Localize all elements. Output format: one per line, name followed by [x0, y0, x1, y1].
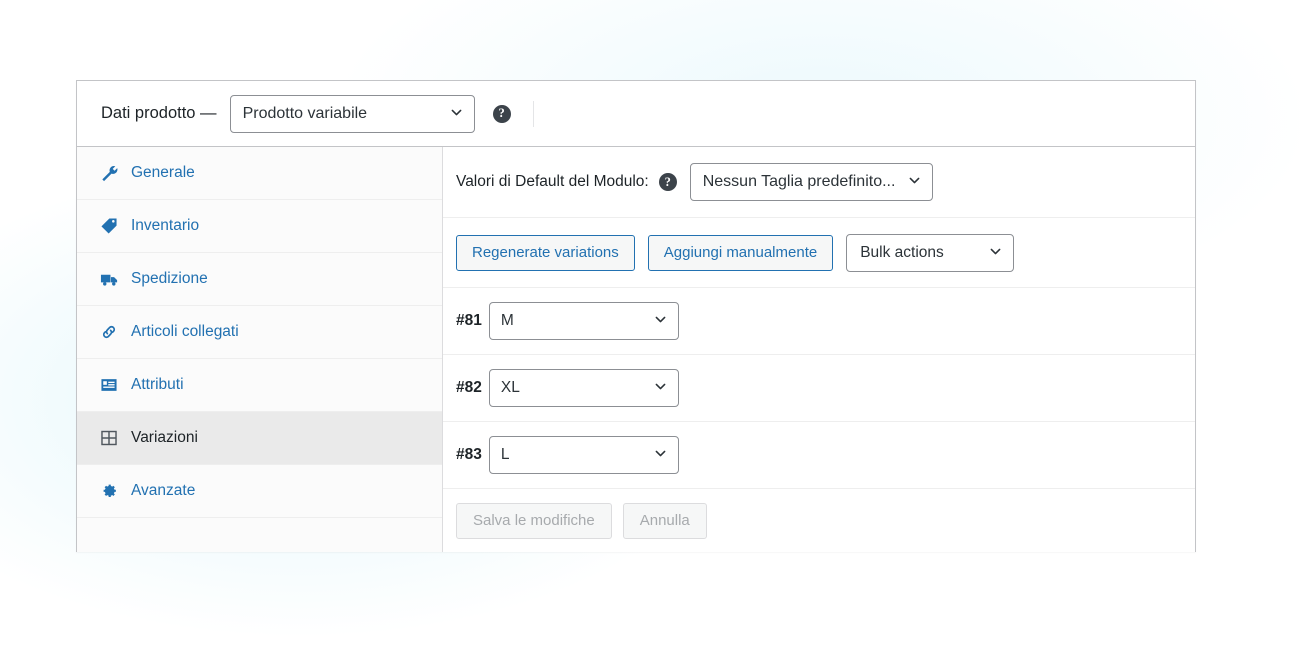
- page-title: Dati prodotto —: [101, 104, 217, 122]
- sidebar-item-attributi[interactable]: Attributi: [77, 359, 442, 412]
- default-values-label: Valori di Default del Modulo:: [456, 173, 649, 190]
- panel-header: Dati prodotto — Prodotto variabile ?: [77, 81, 1195, 147]
- variation-attribute-select-wrapper: M: [488, 302, 679, 340]
- grid-icon: [99, 428, 119, 448]
- sidebar-item-generale[interactable]: Generale: [77, 147, 442, 200]
- sidebar-item-variazioni[interactable]: Variazioni: [77, 412, 442, 465]
- sidebar-item-label: Avanzate: [131, 482, 196, 500]
- cancel-button[interactable]: Annulla: [622, 503, 707, 539]
- default-attribute-select[interactable]: Nessun Taglia predefinito...: [689, 163, 933, 201]
- bulk-actions-select-wrapper: Bulk actions: [846, 233, 1015, 272]
- bulk-actions-select[interactable]: Bulk actions: [846, 233, 1015, 272]
- sidebar-item-label: Generale: [131, 164, 195, 182]
- help-icon[interactable]: ?: [492, 104, 511, 123]
- sidebar-item-avanzate[interactable]: Avanzate: [77, 465, 442, 518]
- product-data-panel: Dati prodotto — Prodotto variabile ? Gen…: [76, 80, 1196, 552]
- variations-footer-actions: Salva le modifiche Annulla: [443, 489, 1195, 553]
- variations-panel: Valori di Default del Modulo: ? Nessun T…: [443, 147, 1195, 552]
- wrench-icon: [99, 163, 119, 183]
- variation-id: #83: [456, 446, 482, 463]
- product-type-select-wrapper: Prodotto variabile: [229, 94, 475, 133]
- tag-icon: [99, 216, 119, 236]
- regenerate-variations-button[interactable]: Regenerate variations: [456, 234, 635, 271]
- sidebar-item-label: Attributi: [131, 376, 184, 394]
- sidebar-item-spedizione[interactable]: Spedizione: [77, 253, 442, 306]
- sidebar-item-label: Spedizione: [131, 270, 208, 288]
- sidebar-item-label: Variazioni: [131, 429, 198, 447]
- variation-attribute-select[interactable]: XL: [488, 369, 679, 407]
- product-data-tabs: Generale Inventario Spedizione Articoli …: [77, 147, 443, 552]
- header-divider: [532, 100, 534, 127]
- add-manually-button[interactable]: Aggiungi manualmente: [647, 234, 834, 271]
- help-icon[interactable]: ?: [658, 173, 677, 191]
- sidebar-item-articoli-collegati[interactable]: Articoli collegati: [77, 306, 442, 359]
- sidebar-item-label: Articoli collegati: [131, 323, 239, 341]
- variations-toolbar: Regenerate variations Aggiungi manualmen…: [443, 218, 1195, 288]
- gear-icon: [99, 481, 119, 501]
- variation-id: #81: [456, 312, 482, 329]
- variation-attribute-select[interactable]: M: [488, 302, 679, 340]
- variation-id: #82: [456, 379, 482, 396]
- variation-attribute-select-wrapper: XL: [488, 369, 679, 407]
- default-attribute-select-wrapper: Nessun Taglia predefinito...: [689, 163, 933, 201]
- panel-body: Generale Inventario Spedizione Articoli …: [77, 147, 1195, 552]
- sidebar-item-label: Inventario: [131, 217, 200, 235]
- list-card-icon: [99, 375, 119, 395]
- truck-icon: [99, 269, 119, 289]
- page-background: Dati prodotto — Prodotto variabile ? Gen…: [0, 0, 1300, 647]
- table-row: #82 XL: [443, 355, 1195, 422]
- default-form-values-row: Valori di Default del Modulo: ? Nessun T…: [443, 147, 1195, 218]
- variation-attribute-select-wrapper: L: [488, 436, 679, 474]
- sidebar-item-inventario[interactable]: Inventario: [77, 200, 442, 253]
- save-button[interactable]: Salva le modifiche: [456, 503, 612, 539]
- table-row: #81 M: [443, 288, 1195, 355]
- variation-attribute-select[interactable]: L: [488, 436, 679, 474]
- link-icon: [99, 322, 119, 342]
- table-row: #83 L: [443, 422, 1195, 489]
- product-type-select[interactable]: Prodotto variabile: [229, 94, 475, 133]
